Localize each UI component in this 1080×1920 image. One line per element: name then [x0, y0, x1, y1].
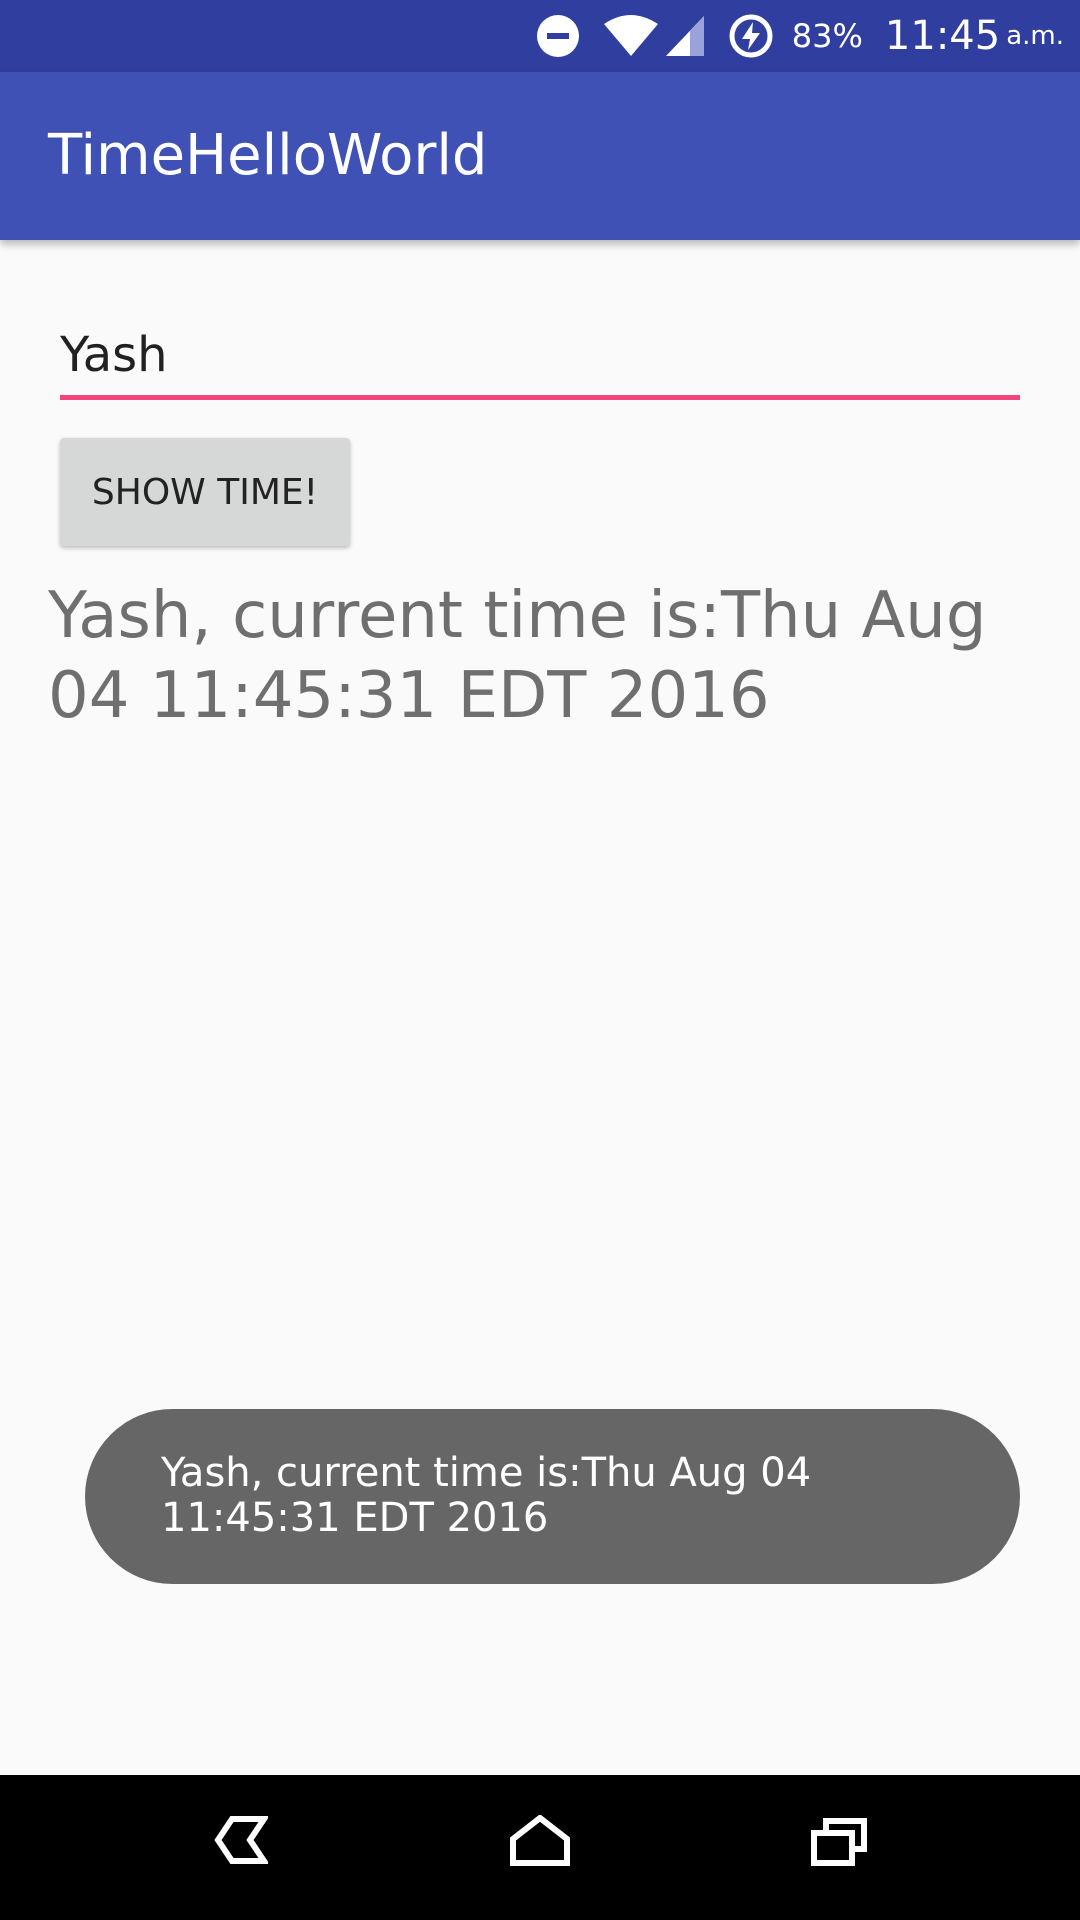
toast: Yash, current time is:Thu Aug 04 11:45:3…: [85, 1409, 1020, 1584]
navigation-bar: [0, 1775, 1080, 1920]
cell-signal-icon: [665, 16, 704, 56]
result-text: Yash, current time is:Thu Aug 04 11:45:3…: [48, 579, 987, 733]
battery-percent: 83%: [791, 17, 863, 55]
do-not-disturb-icon: [536, 15, 579, 57]
wifi-icon: [603, 15, 658, 56]
status-bar: 83% 11:45 a.m.: [0, 0, 1080, 72]
toast-message: Yash, current time is:Thu Aug 04 11:45:3…: [161, 1450, 812, 1541]
app-bar: TimeHelloWorld: [0, 72, 1080, 240]
status-icons: 83% 11:45 a.m.: [536, 0, 1064, 72]
battery-charging-icon: [729, 14, 773, 58]
home-icon[interactable]: [508, 1815, 572, 1867]
name-input[interactable]: [60, 315, 1020, 400]
app-title: TimeHelloWorld: [48, 123, 488, 188]
back-icon[interactable]: [212, 1815, 268, 1865]
recents-icon[interactable]: [810, 1815, 870, 1867]
status-clock-suffix: a.m.: [1006, 21, 1064, 51]
status-clock: 11:45: [884, 13, 1001, 59]
show-time-button[interactable]: SHOW TIME!: [60, 438, 350, 546]
